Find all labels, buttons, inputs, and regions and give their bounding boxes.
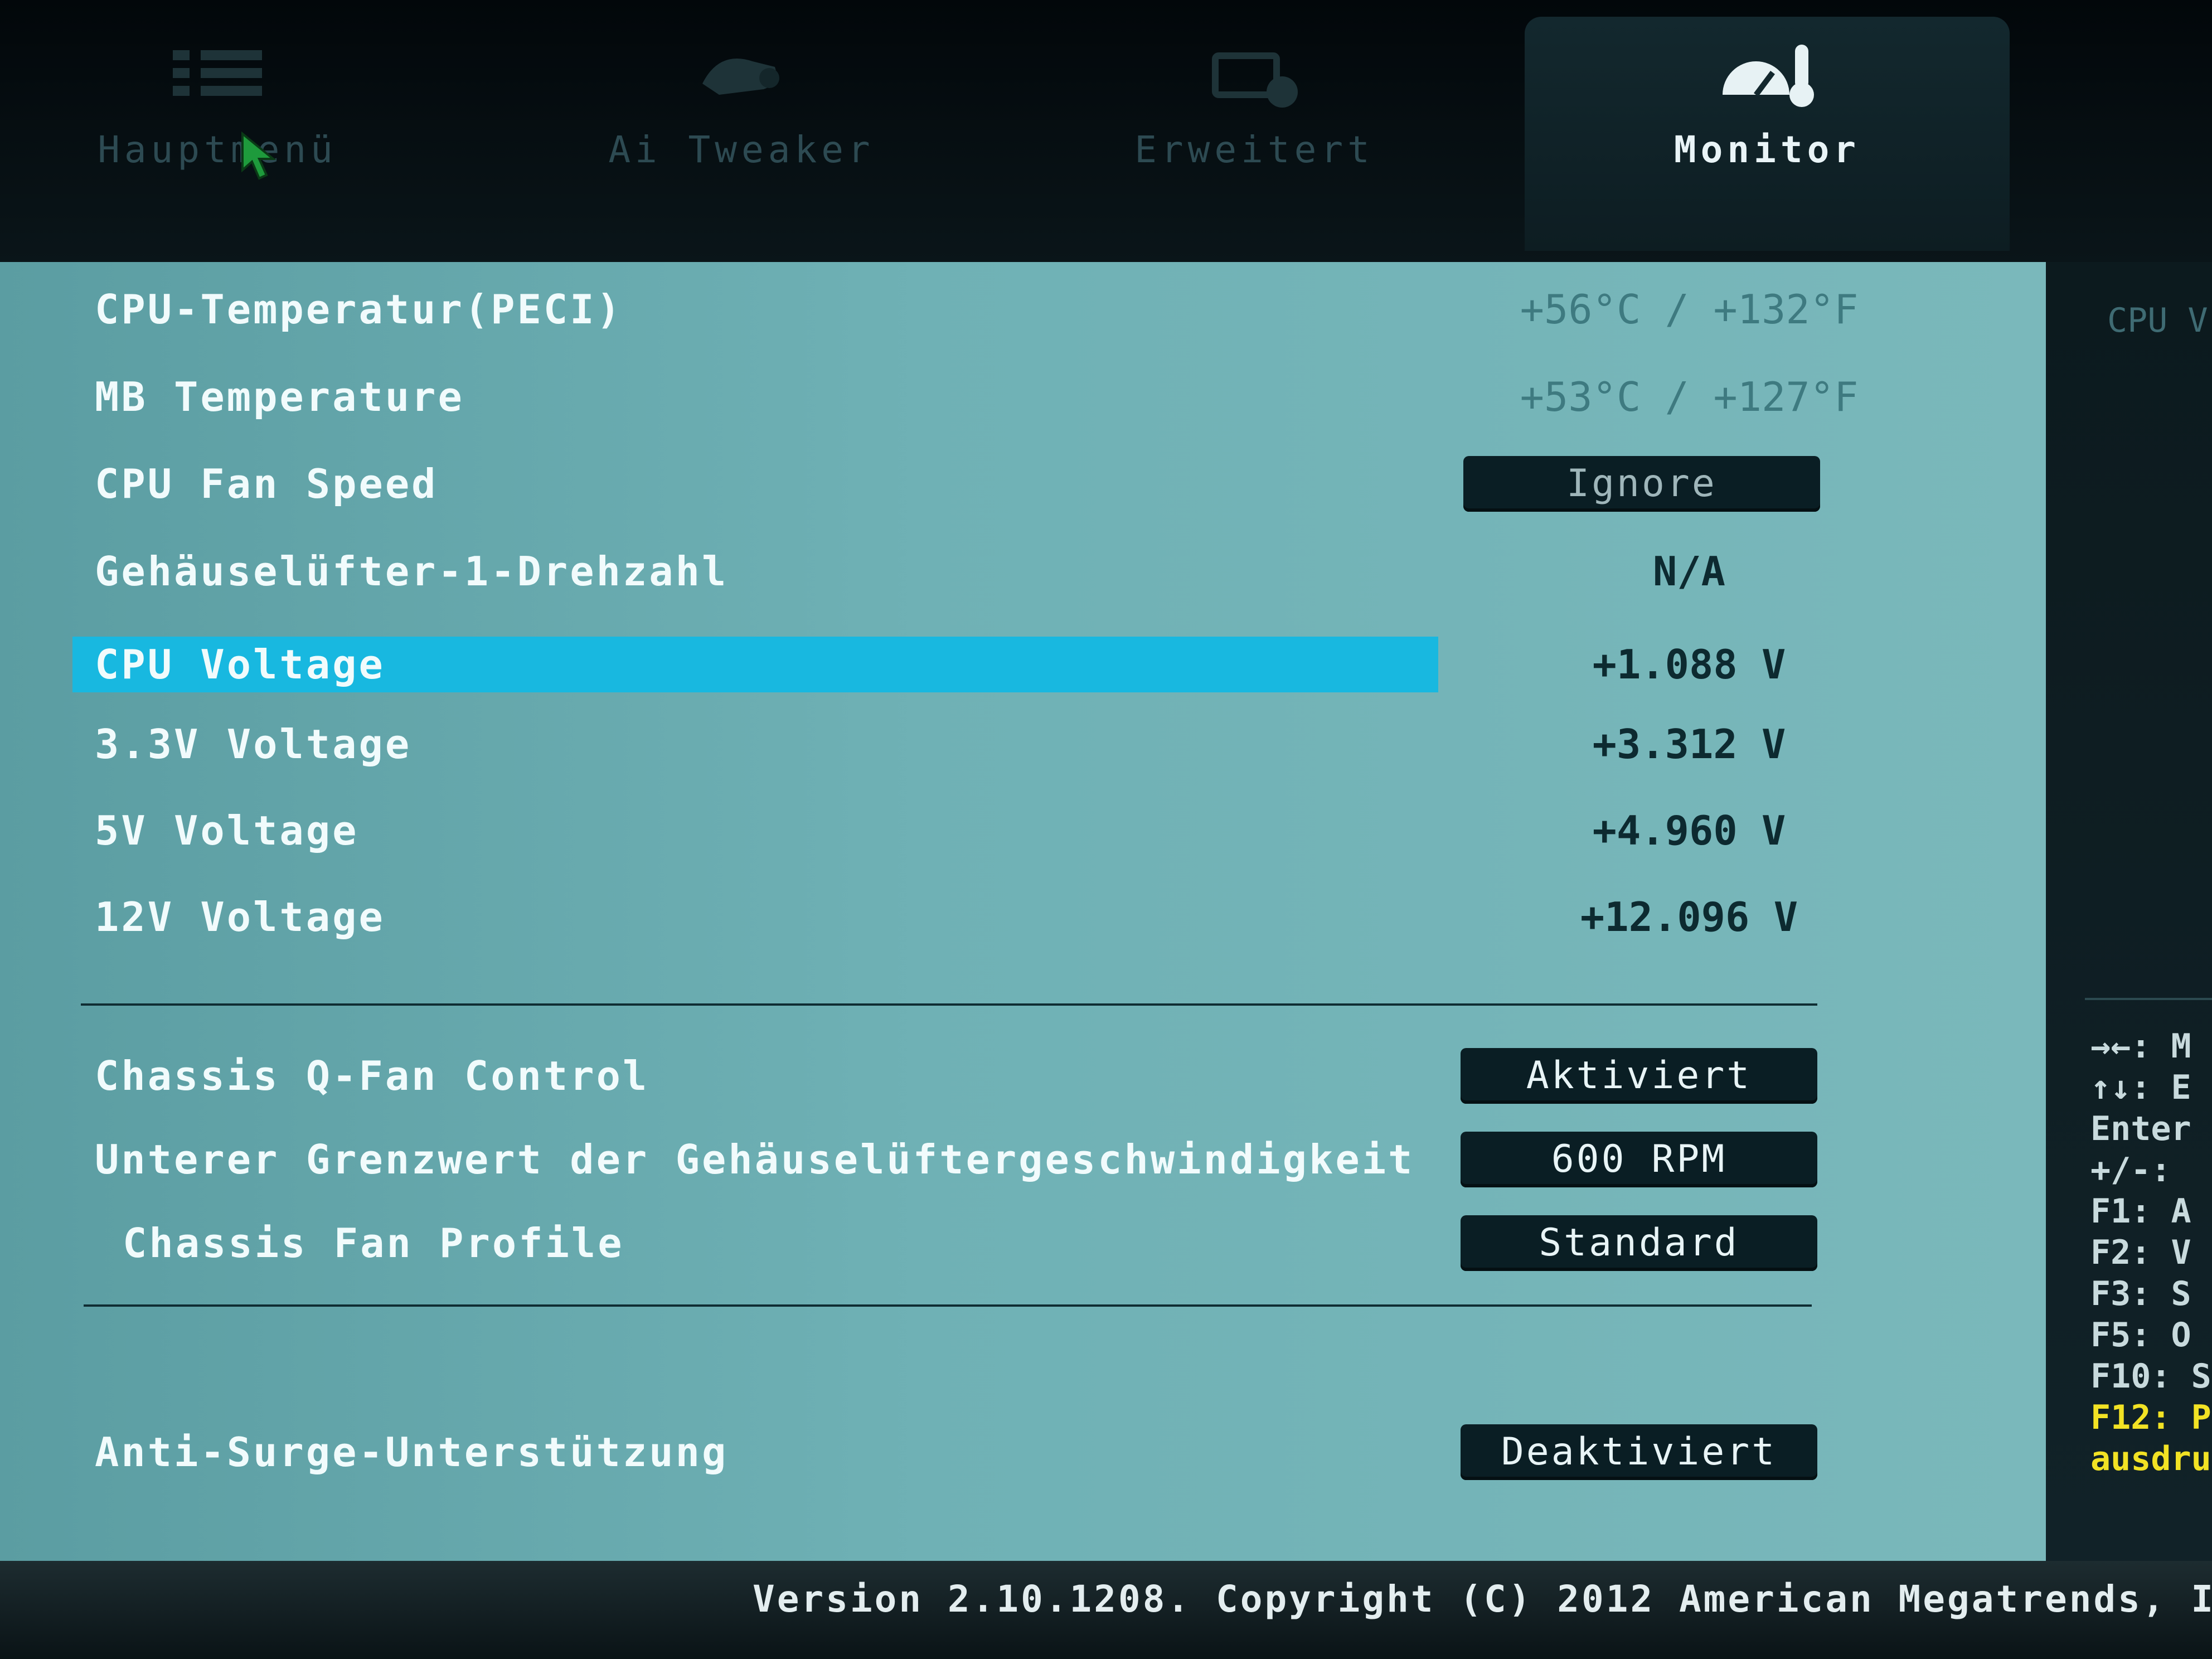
mb-temperature-row[interactable]: MB Temperature +53°C / +127°F bbox=[72, 366, 1968, 428]
key-hint: F5: O bbox=[2090, 1316, 2191, 1355]
tab-ai-tweaker[interactable]: Ai Tweaker bbox=[591, 17, 892, 251]
chassis-fan-lower-limit-row[interactable]: Unterer Grenzwert der Gehäuselüftergesch… bbox=[72, 1129, 1968, 1190]
chassis-qfan-control-row[interactable]: Chassis Q-Fan Control Aktiviert bbox=[72, 1045, 1968, 1107]
voltage-5v-value: +4.960 V bbox=[1592, 807, 1786, 854]
row-label: 5V Voltage bbox=[95, 807, 359, 854]
key-hint: →←: M bbox=[2090, 1027, 2191, 1066]
voltage-3v3-row[interactable]: 3.3V Voltage +3.312 V bbox=[72, 714, 1968, 775]
key-hint: F1: A bbox=[2090, 1192, 2191, 1231]
monitor-panel: CPU-Temperatur(PECI) +56°C / +132°F MB T… bbox=[0, 262, 2046, 1561]
row-label: Gehäuselüfter-1-Drehzahl bbox=[95, 548, 729, 595]
voltage-3v3-value: +3.312 V bbox=[1592, 721, 1786, 768]
cpu-voltage-value: +1.088 V bbox=[1592, 641, 1786, 688]
key-hint: +/-: bbox=[2090, 1151, 2171, 1190]
help-panel: CPU V →←: M ↑↓: E Enter +/-: F1: A F2: V… bbox=[2046, 262, 2212, 1561]
help-divider bbox=[2085, 998, 2212, 1000]
chassis-fan-profile-row[interactable]: Chassis Fan Profile Standard bbox=[72, 1212, 1968, 1274]
row-label: Chassis Fan Profile bbox=[123, 1220, 624, 1267]
anti-surge-row[interactable]: Anti-Surge-Unterstützung Deaktiviert bbox=[72, 1422, 1968, 1483]
cpu-fan-speed-row[interactable]: CPU Fan Speed Ignore bbox=[72, 453, 1968, 515]
footer-bar: Version 2.10.1208. Copyright (C) 2012 Am… bbox=[0, 1561, 2212, 1659]
thermometer-gauge-icon bbox=[1723, 45, 1814, 107]
row-label: CPU Voltage bbox=[95, 641, 385, 688]
list-icon bbox=[173, 50, 262, 96]
key-hint: F3: S bbox=[2090, 1274, 2191, 1313]
voltage-12v-row[interactable]: 12V Voltage +12.096 V bbox=[72, 886, 1968, 948]
section-divider bbox=[81, 1003, 1817, 1006]
row-label: Unterer Grenzwert der Gehäuselüftergesch… bbox=[95, 1136, 1415, 1183]
cpu-voltage-row[interactable]: CPU Voltage +1.088 V bbox=[72, 637, 1968, 698]
tab-hauptmenu[interactable]: Hauptmenü bbox=[67, 17, 368, 251]
cpu-temperature-value: +56°C / +132°F bbox=[1520, 286, 1859, 333]
mb-temperature-value: +53°C / +127°F bbox=[1520, 373, 1859, 420]
advanced-settings-icon bbox=[1212, 52, 1298, 108]
key-hint: ↑↓: E bbox=[2090, 1068, 2191, 1107]
section-divider bbox=[84, 1304, 1812, 1307]
tab-label: Hauptmenü bbox=[98, 128, 337, 171]
tab-label: Monitor bbox=[1673, 128, 1861, 171]
key-hint-highlight: ausdru bbox=[2090, 1439, 2211, 1478]
row-label: CPU-Temperatur(PECI) bbox=[95, 286, 623, 333]
version-copyright-text: Version 2.10.1208. Copyright (C) 2012 Am… bbox=[753, 1578, 2212, 1621]
tweaker-icon bbox=[702, 59, 779, 95]
voltage-12v-value: +12.096 V bbox=[1580, 894, 1798, 940]
row-label: Chassis Q-Fan Control bbox=[95, 1052, 649, 1099]
tab-monitor[interactable]: Monitor bbox=[1525, 17, 2010, 251]
tab-erweitert[interactable]: Erweitert bbox=[1104, 17, 1405, 251]
top-tab-bar: Hauptmenü Ai Tweaker Erweitert Monitor bbox=[0, 0, 2212, 262]
key-legend: →←: M ↑↓: E Enter +/-: F1: A F2: V F3: S… bbox=[2090, 1026, 2211, 1479]
mouse-cursor-icon bbox=[241, 131, 276, 180]
chassis-fan-1-speed-row[interactable]: Gehäuselüfter-1-Drehzahl N/A bbox=[72, 541, 1968, 602]
key-hint: F10: S bbox=[2090, 1357, 2211, 1396]
row-label: Anti-Surge-Unterstützung bbox=[95, 1429, 729, 1476]
help-heading: CPU V bbox=[2107, 301, 2208, 340]
chassis-fan-lower-limit-button[interactable]: 600 RPM bbox=[1461, 1132, 1817, 1187]
chassis-fan-1-speed-value: N/A bbox=[1652, 548, 1726, 595]
voltage-5v-row[interactable]: 5V Voltage +4.960 V bbox=[72, 800, 1968, 861]
row-label: 12V Voltage bbox=[95, 894, 385, 940]
row-label: MB Temperature bbox=[95, 373, 464, 420]
tab-label: Ai Tweaker bbox=[608, 128, 875, 171]
chassis-fan-profile-button[interactable]: Standard bbox=[1461, 1215, 1817, 1271]
key-hint: Enter bbox=[2090, 1109, 2191, 1148]
anti-surge-button[interactable]: Deaktiviert bbox=[1461, 1424, 1817, 1480]
key-hint: F2: V bbox=[2090, 1233, 2191, 1272]
row-label: 3.3V Voltage bbox=[95, 721, 412, 768]
cpu-temperature-row[interactable]: CPU-Temperatur(PECI) +56°C / +132°F bbox=[72, 279, 1968, 340]
row-label: CPU Fan Speed bbox=[95, 460, 438, 507]
key-hint-highlight: F12: P bbox=[2090, 1398, 2211, 1437]
cpu-fan-speed-button[interactable]: Ignore bbox=[1463, 456, 1820, 512]
chassis-qfan-control-button[interactable]: Aktiviert bbox=[1461, 1048, 1817, 1104]
tab-label: Erweitert bbox=[1134, 128, 1374, 171]
